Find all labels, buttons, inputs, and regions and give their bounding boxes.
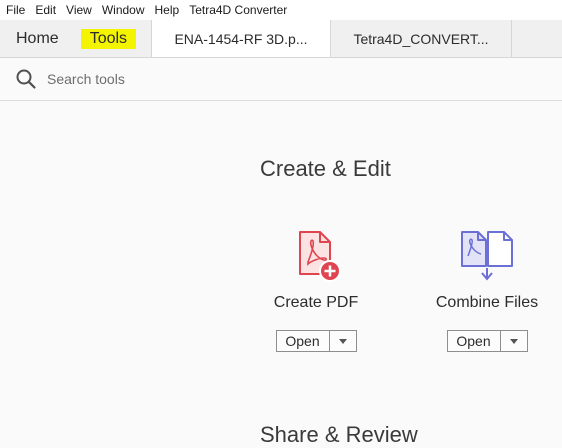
search-bar bbox=[0, 58, 562, 101]
chevron-down-icon bbox=[338, 338, 347, 344]
create-pdf-open-control: Open bbox=[275, 330, 357, 352]
tab-tools[interactable]: Tools bbox=[79, 20, 138, 57]
create-pdf-label: Create PDF bbox=[273, 294, 359, 311]
create-pdf-icon bbox=[286, 228, 346, 288]
combine-files-open-control: Open bbox=[446, 330, 528, 352]
menu-edit[interactable]: Edit bbox=[30, 0, 61, 20]
tool-create-pdf[interactable]: Create PDF Open bbox=[246, 228, 386, 352]
menu-bar: File Edit View Window Help Tetra4D Conve… bbox=[0, 0, 562, 20]
combine-files-label: Combine Files bbox=[435, 294, 539, 311]
tab-document-ena-1454[interactable]: ENA-1454-RF 3D.p... bbox=[151, 20, 330, 57]
tab-document-tetra4d[interactable]: Tetra4D_CONVERT... bbox=[330, 20, 512, 57]
menu-tetra4d-converter[interactable]: Tetra4D Converter bbox=[184, 0, 292, 20]
tab-tools-label: Tools bbox=[80, 28, 137, 49]
combine-files-icon bbox=[457, 228, 517, 288]
combine-files-open-button[interactable]: Open bbox=[448, 331, 501, 351]
menu-view[interactable]: View bbox=[61, 0, 97, 20]
section-title-create-edit: Create & Edit bbox=[260, 156, 391, 181]
tool-combine-files[interactable]: Combine Files Open bbox=[417, 228, 557, 352]
create-pdf-dropdown-button[interactable] bbox=[330, 331, 356, 351]
chevron-down-icon bbox=[509, 338, 518, 344]
section-title-share-review: Share & Review bbox=[260, 422, 418, 447]
combine-files-dropdown-button[interactable] bbox=[501, 331, 527, 351]
tab-home[interactable]: Home bbox=[14, 20, 61, 57]
search-input[interactable] bbox=[45, 70, 349, 88]
tab-home-label: Home bbox=[16, 29, 59, 47]
tab-bar: Home Tools ENA-1454-RF 3D.p... Tetra4D_C… bbox=[0, 20, 562, 58]
search-icon[interactable] bbox=[15, 68, 37, 90]
menu-file[interactable]: File bbox=[0, 0, 30, 20]
create-pdf-open-button[interactable]: Open bbox=[277, 331, 330, 351]
menu-window[interactable]: Window bbox=[97, 0, 150, 20]
tab-document-label: Tetra4D_CONVERT... bbox=[353, 30, 489, 47]
menu-help[interactable]: Help bbox=[150, 0, 185, 20]
tab-document-label: ENA-1454-RF 3D.p... bbox=[174, 30, 308, 47]
